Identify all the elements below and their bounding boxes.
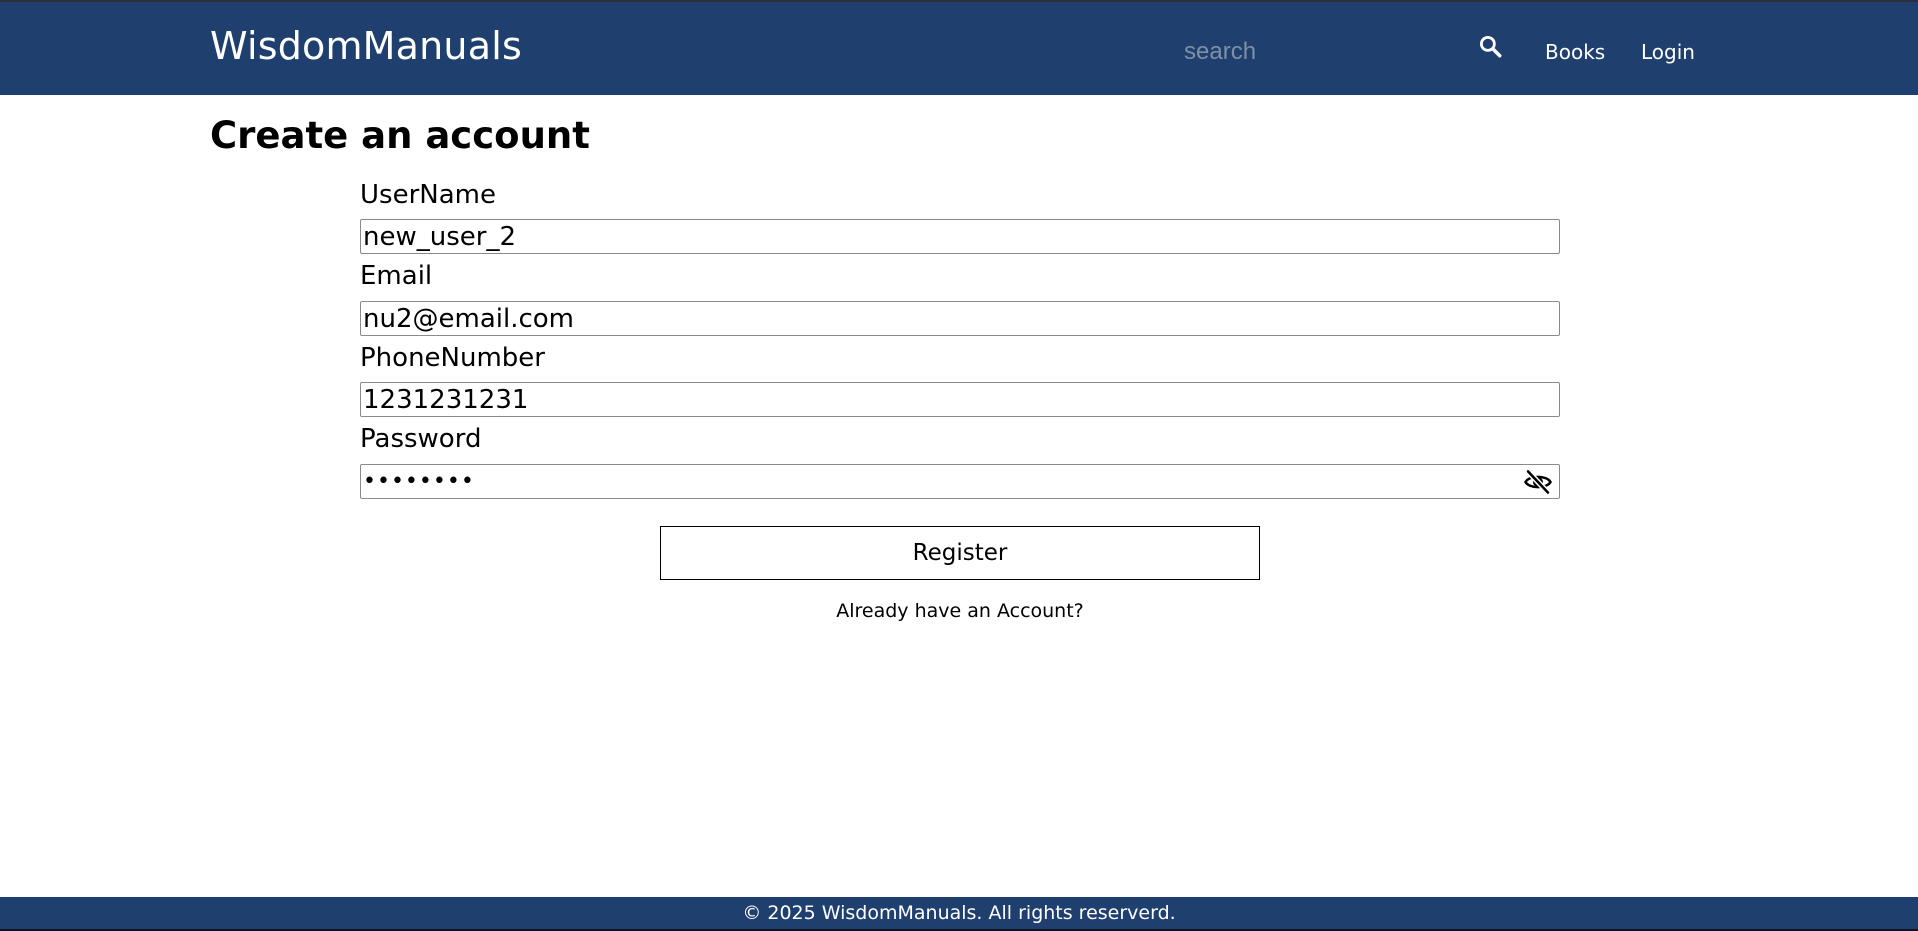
login-link[interactable]: Already have an Account?: [660, 600, 1260, 622]
footer-copyright: © 2025 WisdomManuals. All rights reserve…: [742, 902, 1176, 924]
username-label: UserName: [360, 180, 496, 210]
nav-login-link[interactable]: Login: [1641, 40, 1695, 64]
search-button[interactable]: [1476, 32, 1506, 62]
page-title: Create an account: [210, 114, 590, 157]
eye-off-icon: [1524, 469, 1552, 495]
phone-label: PhoneNumber: [360, 343, 545, 373]
password-label: Password: [360, 424, 482, 454]
register-button[interactable]: Register: [660, 526, 1260, 580]
footer: © 2025 WisdomManuals. All rights reserve…: [0, 897, 1918, 931]
password-visibility-toggle[interactable]: [1523, 467, 1553, 497]
phone-field[interactable]: [360, 382, 1560, 417]
search-icon: [1480, 36, 1502, 58]
brand-logo[interactable]: WisdomManuals: [210, 24, 522, 68]
username-field[interactable]: [360, 219, 1560, 254]
search-input[interactable]: [1170, 32, 1450, 72]
email-field[interactable]: [360, 301, 1560, 336]
navbar: WisdomManuals Books Login: [0, 2, 1918, 95]
email-label: Email: [360, 261, 433, 291]
password-field[interactable]: [360, 464, 1560, 499]
nav-books-link[interactable]: Books: [1545, 40, 1605, 64]
